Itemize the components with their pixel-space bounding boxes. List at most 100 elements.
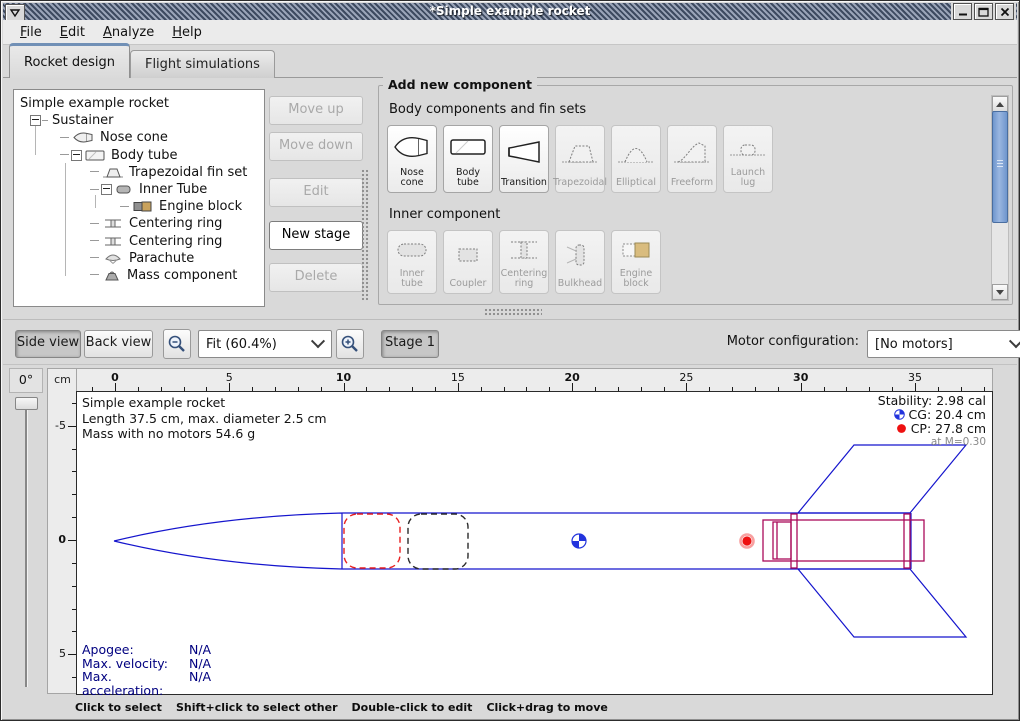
add-trapezoidal-button: Trapezoidal — [555, 125, 605, 193]
slider-track — [25, 405, 27, 687]
tree-item-parachute[interactable]: Parachute — [14, 250, 264, 267]
back-view-button[interactable]: Back view — [84, 330, 153, 358]
zoom-value: Fit (60.4%) — [206, 337, 277, 352]
tree-item-sustainer[interactable]: Sustainer — [14, 112, 264, 129]
tree-item-centering-ring[interactable]: Centering ring — [14, 233, 264, 250]
tree-expander-icon[interactable] — [101, 184, 112, 195]
scroll-down-button[interactable] — [992, 284, 1008, 300]
fin-bottom-outline[interactable] — [798, 569, 966, 637]
tree-item-simple-example-rocket[interactable]: Simple example rocket — [14, 95, 264, 112]
tree-item-label: Mass component — [125, 268, 237, 283]
add-centering-ring-button: Centering ring — [499, 230, 549, 294]
scrollbar-thumb[interactable] — [992, 111, 1008, 223]
slider-handle[interactable] — [15, 397, 38, 410]
fin-set-icon — [103, 167, 123, 178]
tree-item-centering-ring[interactable]: Centering ring — [14, 215, 264, 232]
new-stage-button[interactable]: New stage — [269, 221, 363, 250]
close-button[interactable] — [995, 3, 1014, 20]
tree-item-engine-block[interactable]: Engine block — [14, 198, 264, 215]
ruler-unit-label: cm — [47, 368, 77, 393]
add-elliptical-button: Elliptical — [611, 125, 661, 193]
tree-item-label: Trapezoidal fin set — [127, 165, 247, 180]
component-button-label: Engine block — [612, 269, 660, 293]
transition-icon — [505, 126, 543, 178]
cg-marker — [572, 534, 586, 548]
fin-top-outline[interactable] — [798, 445, 966, 513]
add-nose-cone-button[interactable]: Nose cone — [387, 125, 437, 193]
tree-item-body-tube[interactable]: Body tube — [14, 147, 264, 164]
inner-tube-outline[interactable] — [763, 520, 924, 561]
tree-item-inner-tube[interactable]: Inner Tube — [14, 181, 264, 198]
rocket-canvas[interactable]: Simple example rocket Length 37.5 cm, ma… — [76, 391, 993, 695]
engine-block-icon — [617, 231, 655, 269]
title-bar[interactable]: *Simple example rocket — [3, 3, 1017, 20]
tree-item-label: Inner Tube — [137, 182, 207, 197]
rocket-name: Simple example rocket — [82, 395, 327, 411]
tab-bar: Rocket designFlight simulations — [9, 46, 275, 78]
motor-configuration-select[interactable]: [No motors] — [867, 330, 1020, 358]
group-label-inner-component: Inner component — [389, 207, 986, 222]
splitter-handle-vertical[interactable] — [361, 169, 369, 301]
menu-bar: FileEditAnalyzeHelp — [3, 20, 1017, 45]
tree-expander-icon[interactable] — [71, 150, 82, 161]
splitter-handle-horizontal[interactable] — [484, 308, 542, 317]
stage-1-toggle[interactable]: Stage 1 — [381, 330, 439, 358]
component-button-label: Body tube — [444, 168, 492, 192]
menu-analyze[interactable]: Analyze — [94, 23, 163, 42]
side-view-button[interactable]: Side view — [15, 330, 81, 358]
nose-cone-outline[interactable] — [114, 513, 342, 569]
add-transition-button[interactable]: Transition — [499, 125, 549, 193]
add-body-tube-button[interactable]: Body tube — [443, 125, 493, 193]
cp-value: CP: 27.8 cm — [911, 422, 986, 436]
body-tube-icon — [449, 126, 487, 168]
inner-tube-icon — [115, 184, 133, 195]
zoom-in-button[interactable] — [336, 329, 364, 359]
cg-legend-icon — [894, 409, 905, 420]
view-toolbar: Side view Back view Fit (60.4%) Stage 1 … — [3, 319, 1017, 365]
engine-block-outline[interactable] — [773, 522, 791, 559]
centering-ring-outline-1[interactable] — [791, 514, 797, 568]
parachute-outline[interactable] — [344, 514, 400, 568]
component-tree[interactable]: Simple example rocketSustainerNose cone B… — [13, 89, 265, 307]
minimize-button[interactable] — [953, 3, 972, 20]
bulkhead-icon — [561, 231, 599, 279]
rocket-dimensions: Length 37.5 cm, max. diameter 2.5 cm — [82, 411, 327, 427]
tree-item-nose-cone[interactable]: Nose cone — [14, 129, 264, 146]
centering-ring-outline-2[interactable] — [904, 514, 910, 568]
rotation-slider[interactable] — [14, 395, 38, 691]
fin-trapezoidal-icon — [561, 126, 599, 178]
tree-expander-icon[interactable] — [30, 115, 41, 126]
flight-stats: Apogee:N/A Max. velocity:N/A Max. accele… — [82, 643, 211, 697]
tree-item-mass-component[interactable]: Mass component — [14, 267, 264, 284]
scroll-up-button[interactable] — [992, 96, 1008, 112]
add-engine-block-button: Engine block — [611, 230, 661, 294]
arrow-down-icon — [996, 290, 1004, 295]
tree-item-label: Body tube — [109, 148, 178, 163]
stability-legend: Stability: 2.98 cal CG: 20.4 cm CP: 27.8… — [878, 394, 986, 450]
tab-rocket-design[interactable]: Rocket design — [9, 43, 130, 78]
add-component-panel: Add new component Body components and fi… — [378, 85, 1013, 305]
menu-file[interactable]: File — [11, 23, 51, 42]
max-acceleration-label: Max. acceleration: — [82, 670, 189, 697]
fin-freeform-icon — [673, 126, 711, 178]
body-tube-icon — [85, 150, 105, 161]
maximize-button[interactable] — [974, 3, 993, 20]
zoom-select[interactable]: Fit (60.4%) — [198, 330, 332, 358]
menu-help[interactable]: Help — [163, 23, 211, 42]
tab-flight-simulations[interactable]: Flight simulations — [130, 50, 275, 78]
tree-item-trapezoidal-fin-set[interactable]: Trapezoidal fin set — [14, 164, 264, 181]
body-components-and-fin-sets-row: Nose cone Body tube TransitionTrapezoidalE… — [387, 125, 986, 193]
component-scrollbar[interactable] — [991, 95, 1009, 301]
ruler-horizontal: 05101520253035 — [76, 368, 993, 392]
component-button-label: Bulkhead — [557, 279, 603, 293]
mass-component-outline[interactable] — [408, 514, 468, 569]
rocket-info: Simple example rocket Length 37.5 cm, ma… — [82, 395, 327, 442]
menu-edit[interactable]: Edit — [51, 23, 94, 42]
window-menu-icon[interactable] — [5, 4, 25, 21]
fin-elliptical-icon — [617, 126, 655, 178]
status-hint: Double-click to edit — [352, 701, 473, 714]
nose-cone-icon — [73, 132, 94, 143]
tree-item-label: Sustainer — [50, 113, 114, 128]
magnifier-plus-icon — [340, 334, 360, 354]
zoom-out-button[interactable] — [163, 329, 191, 359]
